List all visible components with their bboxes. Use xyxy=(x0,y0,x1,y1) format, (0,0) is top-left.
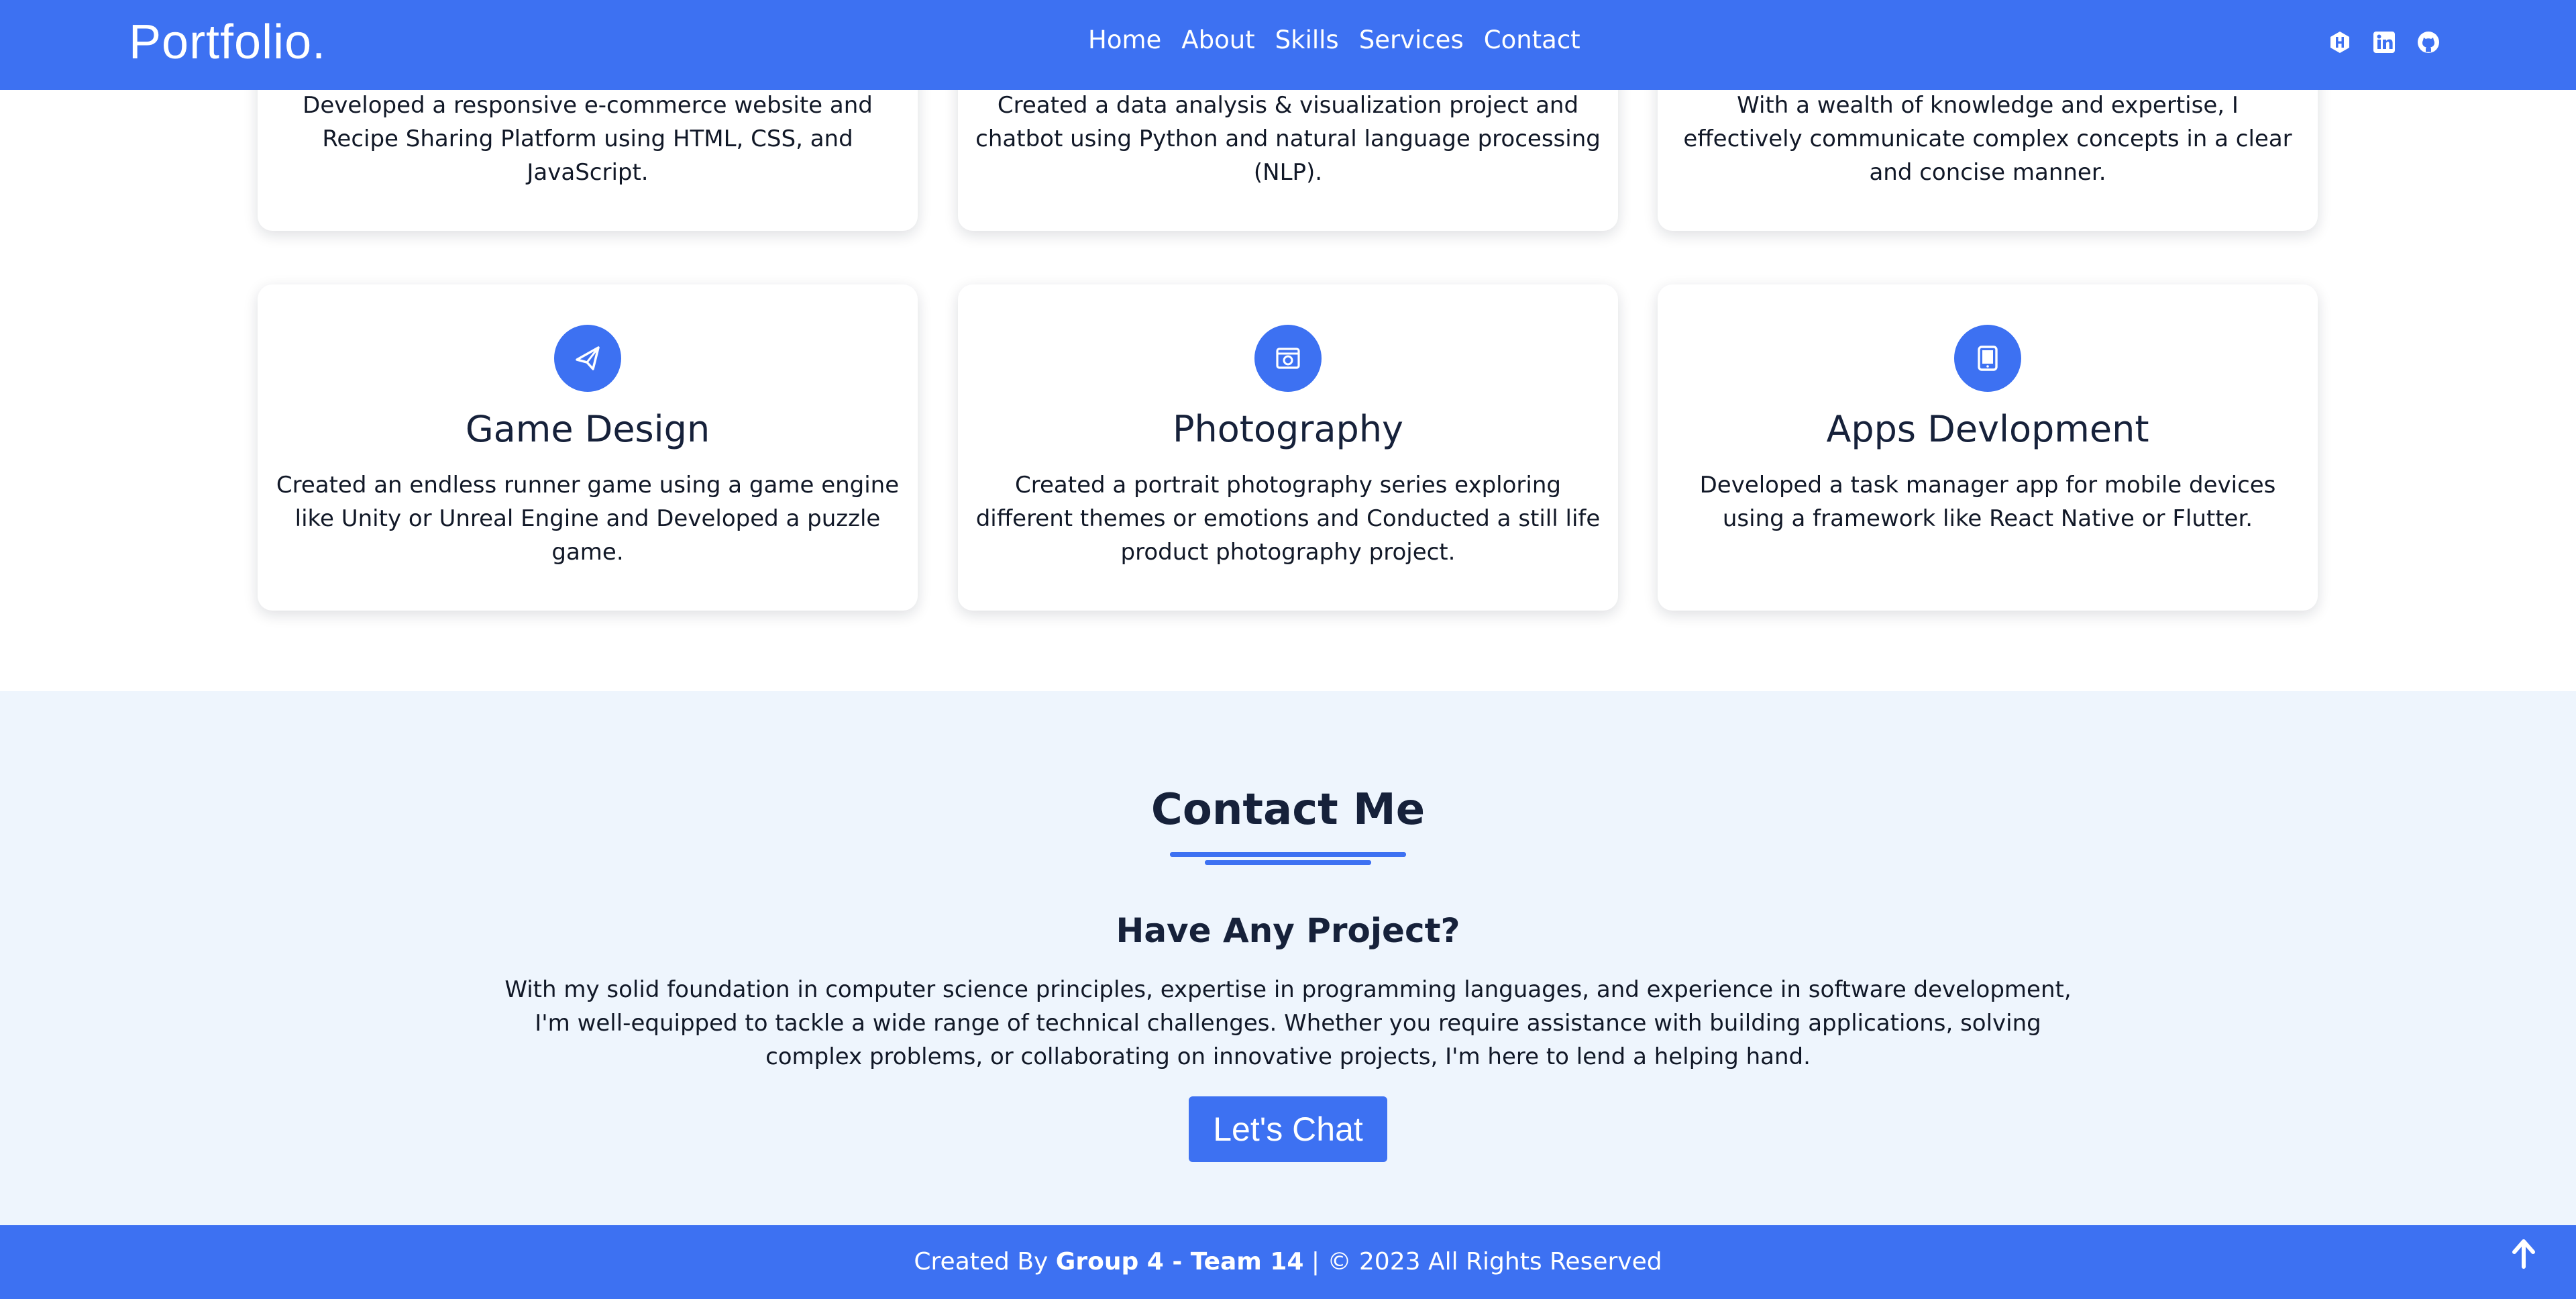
heading-underline xyxy=(1170,852,1406,857)
heading-underline-short xyxy=(1205,860,1371,865)
card-description: Developed a responsive e-commerce websit… xyxy=(303,92,873,186)
nav-link-home[interactable]: Home xyxy=(1088,25,1161,54)
card-description: Developed a task manager app for mobile … xyxy=(1699,472,2276,532)
card-title: Game Design xyxy=(465,408,710,450)
tablet-icon xyxy=(1954,325,2021,392)
contact-text: With my solid foundation in computer sci… xyxy=(504,976,2072,1070)
navbar: Portfolio. Home About Skills Services Co… xyxy=(0,0,2576,90)
service-card-photography: Photography Created a portrait photograp… xyxy=(958,284,1618,611)
service-card-game-design: Game Design Created an endless runner ga… xyxy=(258,284,918,611)
nav-link-about[interactable]: About xyxy=(1181,25,1254,54)
nav-link-contact[interactable]: Contact xyxy=(1484,25,1580,54)
footer-copyright: | © 2023 All Rights Reserved xyxy=(1311,1248,1662,1276)
contact-section: Contact Me Have Any Project? With my sol… xyxy=(0,691,2576,1225)
social-links xyxy=(2328,30,2440,54)
footer-credit: Created By Group 4 - Team 14 | © 2023 Al… xyxy=(0,1248,2576,1276)
paper-plane-icon xyxy=(554,325,621,392)
card-title: Apps Devlopment xyxy=(1826,408,2149,450)
linkedin-icon[interactable] xyxy=(2372,30,2396,54)
camera-icon xyxy=(1254,325,1322,392)
footer-prefix: Created By xyxy=(914,1248,1049,1276)
brand-logo[interactable]: Portfolio. xyxy=(129,15,326,70)
contact-heading: Contact Me xyxy=(1150,785,1426,835)
github-icon[interactable] xyxy=(2416,30,2440,54)
footer: Created By Group 4 - Team 14 | © 2023 Al… xyxy=(0,1225,2576,1299)
card-title: Photography xyxy=(1172,408,1404,450)
nav-menu: Home About Skills Services Contact xyxy=(1088,25,1580,54)
arrow-up-icon[interactable] xyxy=(2510,1237,2537,1269)
card-description: Created a data analysis & visualization … xyxy=(975,92,1601,186)
nav-link-skills[interactable]: Skills xyxy=(1275,25,1339,54)
card-description: With a wealth of knowledge and expertise… xyxy=(1683,92,2292,186)
card-description: Created an endless runner game using a g… xyxy=(276,472,900,566)
contact-subheading: Have Any Project? xyxy=(1116,911,1460,950)
card-description: Created a portrait photography series ex… xyxy=(975,472,1601,566)
lets-chat-button[interactable]: Let's Chat xyxy=(1189,1096,1387,1162)
hackerrank-icon[interactable] xyxy=(2328,30,2352,54)
footer-team: Group 4 - Team 14 xyxy=(1055,1248,1304,1276)
service-card-apps: Apps Devlopment Developed a task manager… xyxy=(1658,284,2318,611)
nav-link-services[interactable]: Services xyxy=(1359,25,1464,54)
